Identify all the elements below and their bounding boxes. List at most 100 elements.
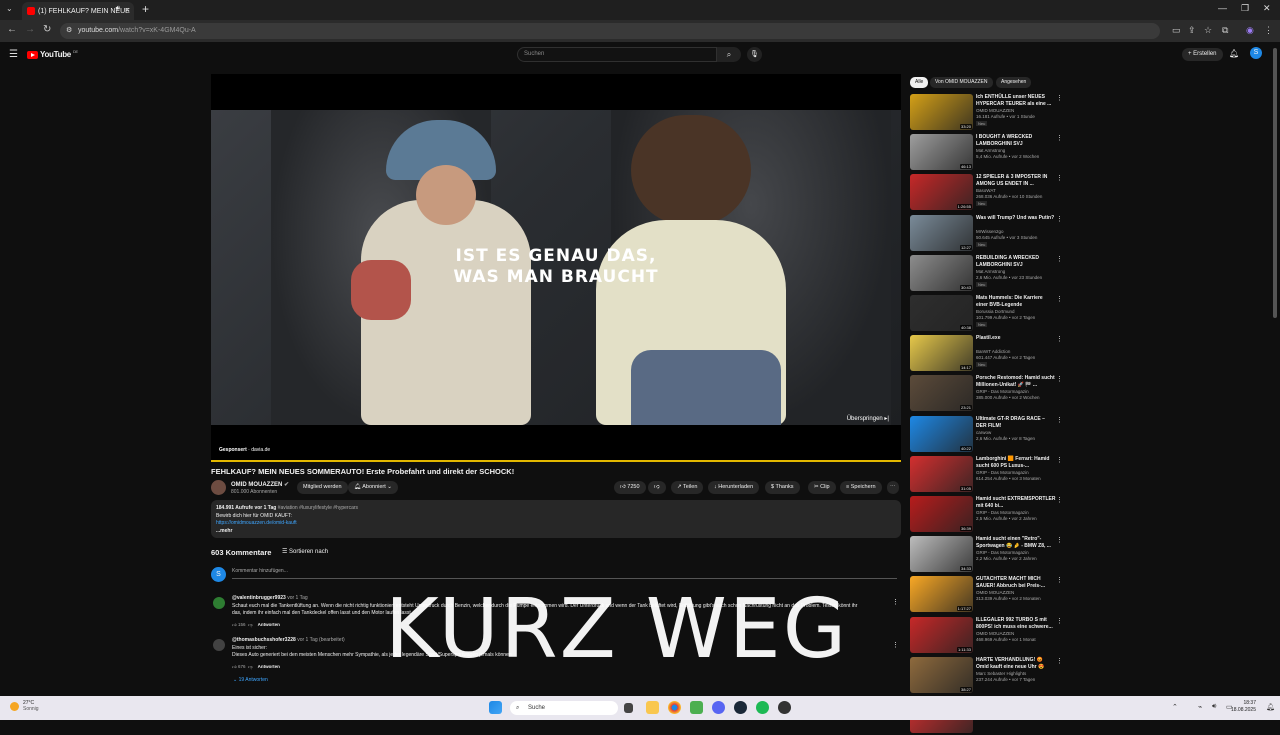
search-input[interactable]: Suchen (517, 47, 717, 62)
add-comment-input[interactable]: Kommentar hinzufügen... (232, 568, 897, 579)
more-options-icon[interactable]: ⋮ (1056, 657, 1063, 665)
video-thumbnail[interactable]: 1:11:33 (910, 617, 973, 653)
chip-from-channel[interactable]: Von OMID MOUAZZEN (930, 77, 993, 88)
minecraft-icon[interactable] (690, 701, 703, 714)
site-info-icon[interactable]: ⚙︎ (66, 23, 72, 39)
recommended-channel[interactable]: MrWissen2go (976, 229, 1004, 234)
windows-start-icon[interactable] (489, 701, 502, 714)
more-options-icon[interactable]: ⋮ (1056, 134, 1063, 142)
channel-avatar[interactable] (211, 480, 226, 495)
video-thumbnail[interactable]: 34:33 (910, 536, 973, 572)
comment-menu-icon[interactable]: ⋮ (892, 641, 899, 649)
video-thumbnail[interactable]: 23:21 (910, 375, 973, 411)
recommended-title[interactable]: Porsche Restomod: Hamid sucht Millionen-… (976, 375, 1056, 388)
recommended-title[interactable]: Hamid sucht EXTREMSPORTLER mit 640 bi... (976, 496, 1056, 509)
share-button[interactable]: ↗ Teilen (671, 481, 704, 494)
recommended-channel[interactable]: BanWT Addiction (976, 349, 1010, 354)
recommended-title[interactable]: 12 SPIELER & 3 IMPOSTER IN AMONG US ENDE… (976, 174, 1056, 187)
reply-button[interactable]: Antworten (258, 622, 280, 627)
recommended-title[interactable]: Mats Hummels: Die Karriere einer BVB-Leg… (976, 295, 1056, 308)
comment-author[interactable]: @thomasbuchsshofer3228 vor 1 Tag (bearbe… (232, 637, 345, 643)
comment-avatar[interactable] (213, 639, 225, 651)
more-options-icon[interactable]: ⋮ (1056, 295, 1063, 303)
recommended-channel[interactable]: OMID MOUAZZEN (976, 108, 1014, 113)
recommended-video[interactable]: 34:33 Hamid sucht einen "Retro"-Sportwage… (910, 536, 1063, 574)
description-hashtags[interactable]: #aviation #luxurylifestyle #hypercars (278, 505, 358, 511)
chip-all[interactable]: Alle (910, 77, 929, 88)
recommended-video[interactable]: 1:17:27 GUTACHTER MACHT MICH SAUER! Abbru… (910, 576, 1063, 614)
video-thumbnail[interactable]: 1:26:55 (910, 174, 973, 210)
browser-tab[interactable]: (1) FEHLKAUF? MEIN NEUE 🔊︎ × (22, 2, 134, 20)
recommended-title[interactable]: Lamborghini 🟧 Ferrari: Hamid sucht 600 P… (976, 456, 1056, 469)
recommended-video[interactable]: 33:20 Ich ENTHÜLLE unser NEUES HYPERCAR T… (910, 94, 1063, 132)
search-icon[interactable]: ⌕ (717, 47, 741, 62)
join-button[interactable]: Mitglied werden (297, 481, 348, 494)
recommended-video[interactable]: 14:17 Plastiї.exe BanWT Addiction 601.447 A… (910, 335, 1063, 373)
new-tab-icon[interactable]: + (142, 2, 149, 16)
dislike-button[interactable]: 👎︎ (648, 481, 666, 494)
recommended-video[interactable]: 1:26:55 12 SPIELER & 3 IMPOSTER IN AMONG … (910, 174, 1063, 212)
recommended-video[interactable]: 31:05 Lamborghini 🟧 Ferrari: Hamid sucht … (910, 456, 1063, 494)
recommended-video[interactable]: 30:43 REBUILDING A WRECKED LAMBORGHINI SV… (910, 255, 1063, 293)
more-options-icon[interactable]: ⋮ (1056, 617, 1063, 625)
video-thumbnail[interactable]: 40:22 (910, 416, 973, 452)
video-thumbnail[interactable]: 14:17 (910, 335, 973, 371)
volume-icon[interactable]: 🔊︎ (1212, 703, 1216, 711)
video-thumbnail[interactable]: 30:43 (910, 255, 973, 291)
video-thumbnail[interactable]: 46:13 (910, 134, 973, 170)
clip-button[interactable]: ✂︎ Clip (808, 481, 836, 494)
thumbs-down-icon[interactable]: 👎︎ (248, 664, 253, 669)
recommended-title[interactable]: Was will Trump? Und was Putin? (976, 215, 1056, 222)
recommended-channel[interactable]: Mat Armstrong (976, 148, 1005, 153)
recommended-video[interactable]: 40:22 Ultimate GT-R DRAG RACE – DER FILM!… (910, 416, 1063, 454)
thumbs-up-icon[interactable]: 👍︎ (232, 664, 237, 669)
discord-icon[interactable] (712, 701, 725, 714)
like-button[interactable]: 👍︎ 7250 (614, 481, 646, 494)
recommended-channel[interactable]: carwow (976, 430, 991, 435)
recommended-title[interactable]: Plastiї.exe (976, 335, 1056, 342)
forward-icon[interactable]: → (25, 24, 35, 35)
tray-expand-icon[interactable]: ⌃ (1172, 703, 1178, 711)
recommended-channel[interactable]: GRIP - Das Motormagazin (976, 470, 1029, 475)
more-options-icon[interactable]: ⋮ (1056, 456, 1063, 464)
speaker-icon[interactable]: 🔊︎ (116, 5, 120, 13)
more-options-icon[interactable]: ⋮ (1056, 576, 1063, 584)
recommended-title[interactable]: Ich ENTHÜLLE unser NEUES HYPERCAR TEURER… (976, 94, 1056, 107)
recommended-channel[interactable]: OMID MOUAZZEN (976, 631, 1014, 636)
video-player[interactable]: IST ES GENAU DAS, WAS MAN BRAUCHT Übersp… (211, 74, 901, 462)
reload-icon[interactable]: ↻ (43, 24, 51, 35)
more-options-icon[interactable]: ⋮ (1056, 174, 1063, 182)
more-options-icon[interactable]: ⋮ (1056, 255, 1063, 263)
tab-menu-icon[interactable]: ⌄ (6, 4, 13, 13)
more-actions-icon[interactable]: ⋯ (887, 481, 899, 494)
file-explorer-icon[interactable] (646, 701, 659, 714)
close-tab-icon[interactable]: × (125, 5, 130, 15)
description-more[interactable]: ...mehr (216, 528, 896, 536)
channel-name[interactable]: OMID MOUAZZEN ✔︎ (231, 481, 289, 488)
comment-avatar[interactable] (213, 597, 225, 609)
chrome-icon[interactable] (668, 701, 681, 714)
create-button[interactable]: + Erstellen (1182, 48, 1223, 61)
thumbs-down-icon[interactable]: 👎︎ (248, 622, 253, 627)
video-thumbnail[interactable]: 36:39 (910, 496, 973, 532)
save-button[interactable]: ≡ Speichern (840, 481, 882, 494)
video-thumbnail[interactable]: 1:17:27 (910, 576, 973, 612)
app-icon[interactable] (778, 701, 791, 714)
notifications-icon[interactable]: 🔔︎ (1229, 49, 1239, 58)
weather-widget[interactable]: 27°C Sonnig (10, 700, 39, 712)
restore-icon[interactable]: ❐ (1241, 3, 1249, 14)
avatar[interactable]: S (1250, 47, 1262, 59)
recommended-title[interactable]: ILLEGALER 992 TURBO S mit 800PS! ich mus… (976, 617, 1056, 630)
menu-icon[interactable]: ☰ (9, 49, 18, 60)
recommended-channel[interactable]: BasoWAT (976, 188, 996, 193)
video-thumbnail[interactable]: 38:27 (910, 657, 973, 693)
bookmark-star-icon[interactable]: ☆ (1204, 25, 1212, 36)
recommended-channel[interactable]: GRIP - Das Motormagazin (976, 550, 1029, 555)
url-bar[interactable]: ⚙︎ youtube.com/watch?v=xK-4GM4Qu-A (60, 23, 1160, 39)
recommended-channel[interactable]: OMID MOUAZZEN (976, 590, 1014, 595)
mic-icon[interactable]: 🎙︎ (747, 47, 762, 62)
recommended-title[interactable]: I BOUGHT A WRECKED LAMBORGHINI SVJ (976, 134, 1056, 147)
task-view-icon[interactable] (624, 703, 633, 713)
description-link[interactable]: https://omidmouazzen.de/omid-kauft (216, 520, 896, 528)
sort-button[interactable]: ☰ Sortieren nach (282, 548, 328, 555)
